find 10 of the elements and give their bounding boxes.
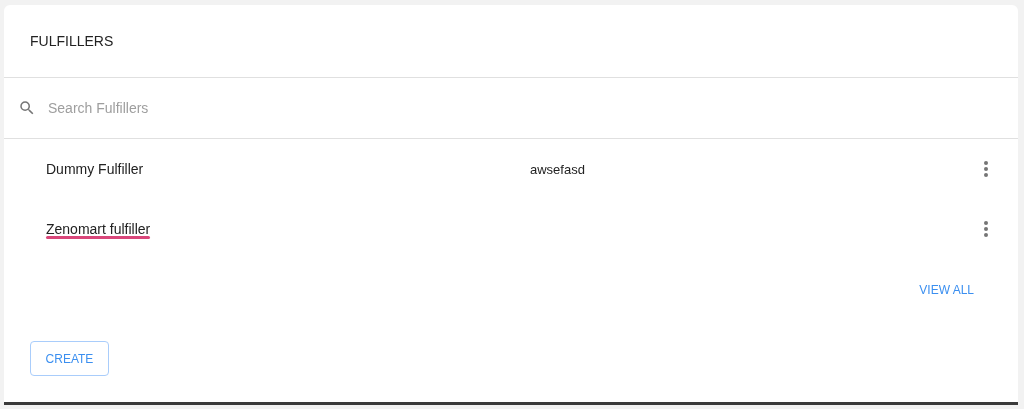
more-icon[interactable] (984, 221, 988, 237)
search-icon (18, 99, 36, 117)
search-field[interactable]: Search Fulfillers (48, 97, 1018, 119)
list-row[interactable]: Zenomart fulfiller (4, 199, 1018, 259)
card-title: FULFILLERS (30, 31, 114, 51)
fulfiller-detail: awsefasd (530, 162, 585, 177)
fulfiller-name: Zenomart fulfiller (46, 221, 151, 237)
list-row[interactable]: Dummy Fulfiller awsefasd (4, 139, 1018, 199)
fulfiller-name: Dummy Fulfiller (46, 161, 144, 177)
more-icon[interactable] (984, 161, 988, 177)
